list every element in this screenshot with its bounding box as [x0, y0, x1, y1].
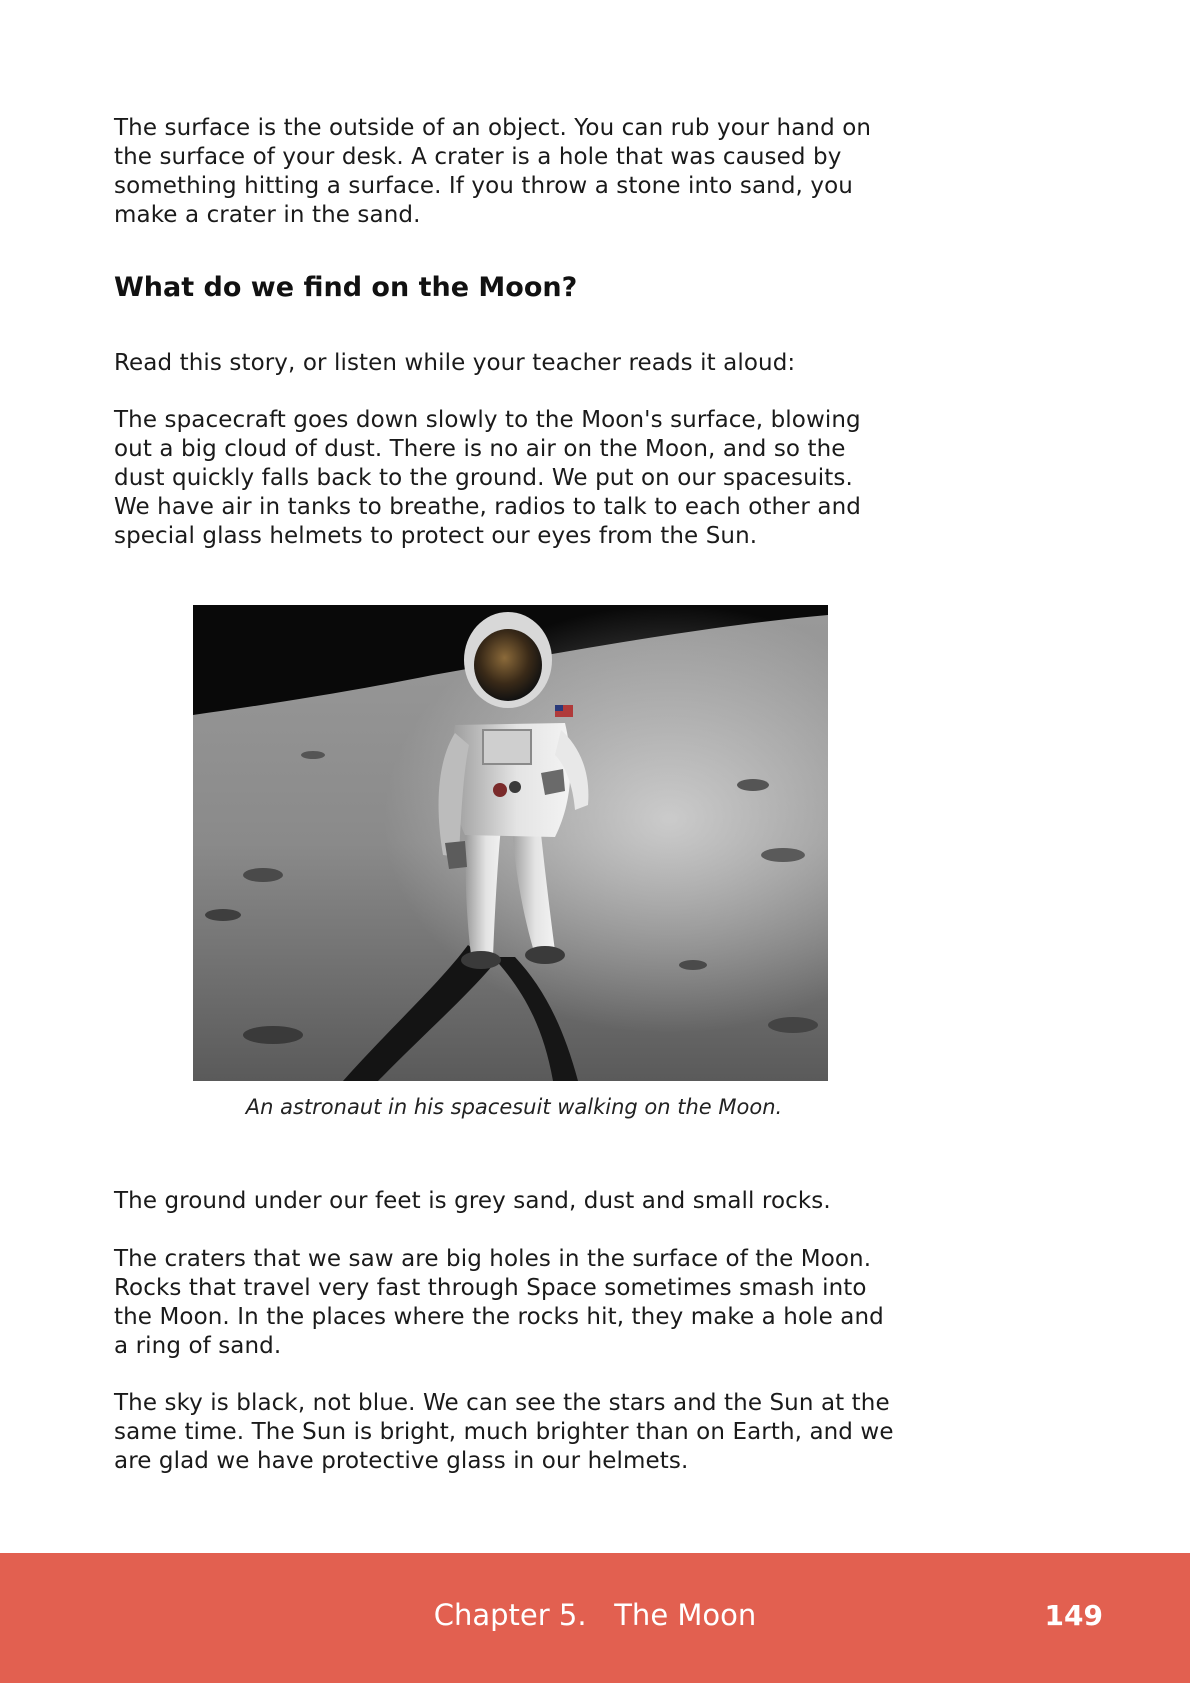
- page-number: 149: [1044, 1599, 1103, 1632]
- story-paragraph-2: The ground under our feet is grey sand, …: [114, 1188, 831, 1214]
- story-paragraph-3: The craters that we saw are big holes in…: [114, 1246, 884, 1359]
- story-paragraph-4: The sky is black, not blue. We can see t…: [114, 1390, 894, 1474]
- chapter-title: Chapter 5. The Moon: [433, 1598, 757, 1632]
- read-prompt-paragraph: Read this story, or listen while your te…: [114, 350, 796, 376]
- story-paragraph-1: The spacecraft goes down slowly to the M…: [114, 407, 861, 549]
- astronaut-photo: [193, 605, 828, 1081]
- footer-band: Chapter 5. The Moon 149: [0, 1553, 1190, 1683]
- section-heading: What do we find on the Moon?: [114, 272, 578, 303]
- intro-paragraph: The surface is the outside of an object.…: [114, 115, 872, 228]
- photo-caption: An astronaut in his spacesuit walking on…: [245, 1095, 783, 1119]
